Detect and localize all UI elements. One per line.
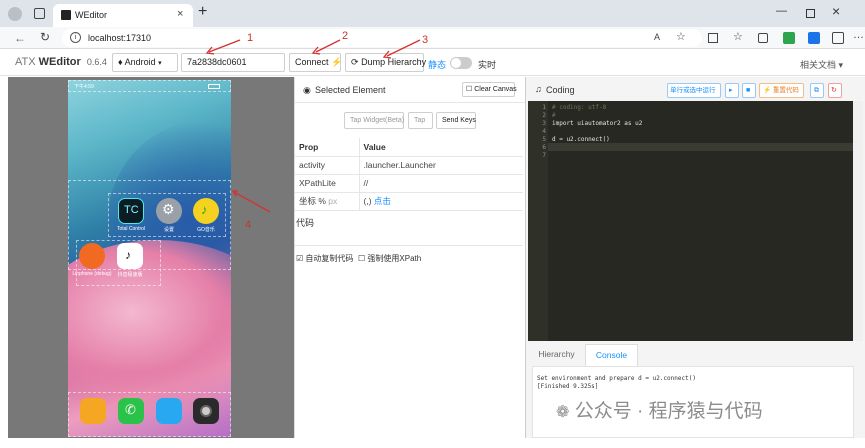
annotation-arrow-3: [386, 39, 421, 57]
annotation-arrows: [205, 39, 421, 213]
annotation-label-2: 2: [342, 30, 349, 42]
annotation-label-1: 1: [247, 32, 254, 44]
annotation-arrow-4: [233, 191, 271, 213]
annotation-label-3: 3: [422, 34, 429, 46]
annotation-arrow-2: [315, 39, 341, 53]
annotation-label-4: 4: [245, 219, 252, 231]
annotation-arrow-1: [208, 39, 241, 53]
